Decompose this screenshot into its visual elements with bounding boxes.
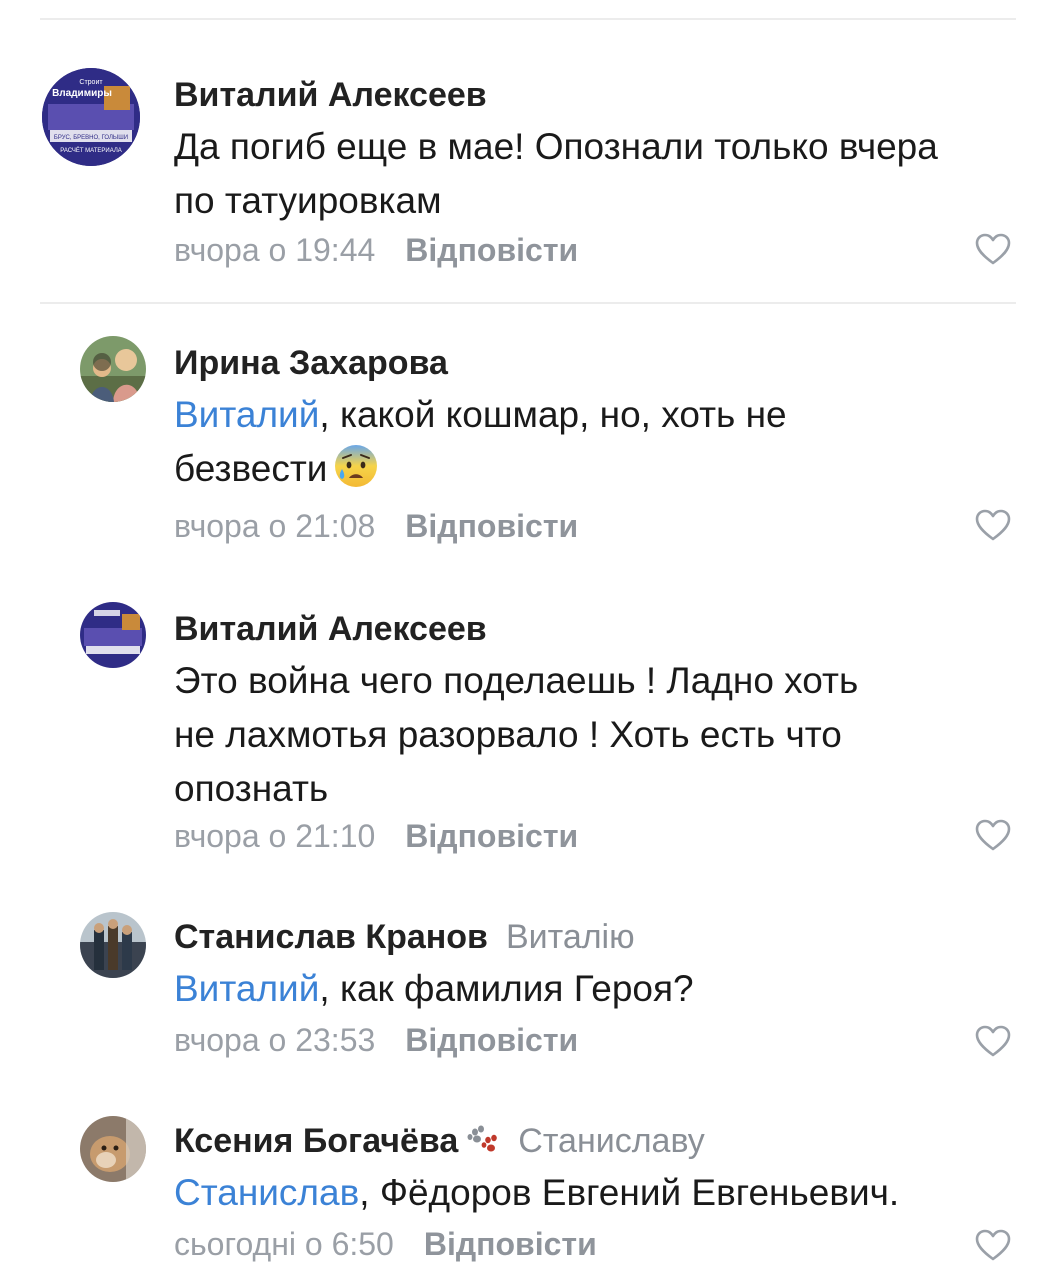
like-heart-icon[interactable] [974,232,1012,266]
comment-text: Виталий, какой кошмар, но, хоть не безве… [174,388,1024,496]
author-name[interactable]: Виталий Алексеев [174,76,487,114]
author-name[interactable]: Виталий Алексеев [174,610,487,648]
comment-meta: вчора о 23:53 Відповісти [174,1022,578,1059]
paw-prints-icon [467,1125,498,1152]
avatar-image [80,336,146,402]
anxious-face-with-sweat-icon [335,445,378,487]
reply-to-label[interactable]: Станиславу [518,1122,705,1160]
avatar-text: Строит [79,79,103,86]
avatar-text: Владимиры [52,88,112,99]
avatar[interactable] [80,1116,146,1182]
comment-author[interactable]: Виталий Алексеев [174,610,487,649]
mention-link[interactable]: Виталий [174,394,319,435]
author-name[interactable]: Ксения Богачёва [174,1122,458,1160]
comment-author[interactable]: Виталий Алексеев [174,76,487,115]
comment-time: вчора о 21:08 [174,508,376,544]
avatar-image [80,912,146,978]
reply-button[interactable]: Відповісти [424,1226,597,1262]
comment-text: Это война чего поделаешь ! Ладно хоть не… [174,654,1024,816]
reply-button[interactable]: Відповісти [405,1022,578,1058]
avatar[interactable] [80,912,146,978]
comment-author[interactable]: Ксения Богачёва Станиславу [174,1122,705,1161]
avatar[interactable]: Строит Владимиры БРУС, БРЕВНО, ГОЛЫШИ РА… [42,68,140,166]
mention-link[interactable]: Виталий [174,968,319,1009]
reply-button[interactable]: Відповісти [405,508,578,544]
divider [40,18,1016,20]
like-heart-icon[interactable] [974,508,1012,542]
comment-text-line: опознать [174,768,329,809]
reply-to-label[interactable]: Виталію [506,918,635,956]
comment-meta: вчора о 21:08 Відповісти [174,508,578,545]
comment-author[interactable]: Ирина Захарова [174,344,448,383]
author-name[interactable]: Ирина Захарова [174,344,448,382]
comment-time: вчора о 19:44 [174,232,376,268]
avatar-text: РАСЧЁТ МАТЕРИАЛА [60,147,122,154]
comment-author[interactable]: Станислав Кранов Виталію [174,918,635,957]
avatar-image [80,602,146,668]
comment-meta: сьогодні о 6:50 Відповісти [174,1226,597,1263]
author-name[interactable]: Станислав Кранов [174,918,488,956]
comment-text-line: , как фамилия Героя? [319,968,694,1009]
reply-button[interactable]: Відповісти [405,232,578,268]
comment-meta: вчора о 19:44 Відповісти [174,232,578,269]
comment-time: сьогодні о 6:50 [174,1226,394,1262]
like-heart-icon[interactable] [974,818,1012,852]
reply-button[interactable]: Відповісти [405,818,578,854]
comment-time: вчора о 23:53 [174,1022,376,1058]
comment-text-line: безвести [174,448,328,489]
avatar-image: Строит Владимиры БРУС, БРЕВНО, ГОЛЫШИ РА… [42,68,140,166]
comment-text: Станислав, Фёдоров Евгений Евгеньевич. [174,1166,1024,1220]
divider [40,302,1016,304]
avatar-text: БРУС, БРЕВНО, ГОЛЫШИ [54,135,128,141]
comment-text-line: не лахмотья разорвало ! Хоть есть что [174,714,842,755]
mention-link[interactable]: Станислав [174,1172,359,1213]
comment-text: Виталий, как фамилия Героя? [174,962,1024,1016]
comment-time: вчора о 21:10 [174,818,376,854]
comment-meta: вчора о 21:10 Відповісти [174,818,578,855]
like-heart-icon[interactable] [974,1228,1012,1262]
avatar-image [80,1116,146,1182]
comment-text-line: Да погиб еще в мае! Опознали только вчер… [174,126,938,167]
avatar[interactable] [80,336,146,402]
avatar[interactable] [80,602,146,668]
comment-text-line: Это война чего поделаешь ! Ладно хоть [174,660,859,701]
comment-text-line: , какой кошмар, но, хоть не [319,394,787,435]
comment-text-line: по татуировкам [174,180,442,221]
like-heart-icon[interactable] [974,1024,1012,1058]
comment-text: Да погиб еще в мае! Опознали только вчер… [174,120,1024,228]
comment-text-line: , Фёдоров Евгений Евгеньевич. [359,1172,900,1213]
